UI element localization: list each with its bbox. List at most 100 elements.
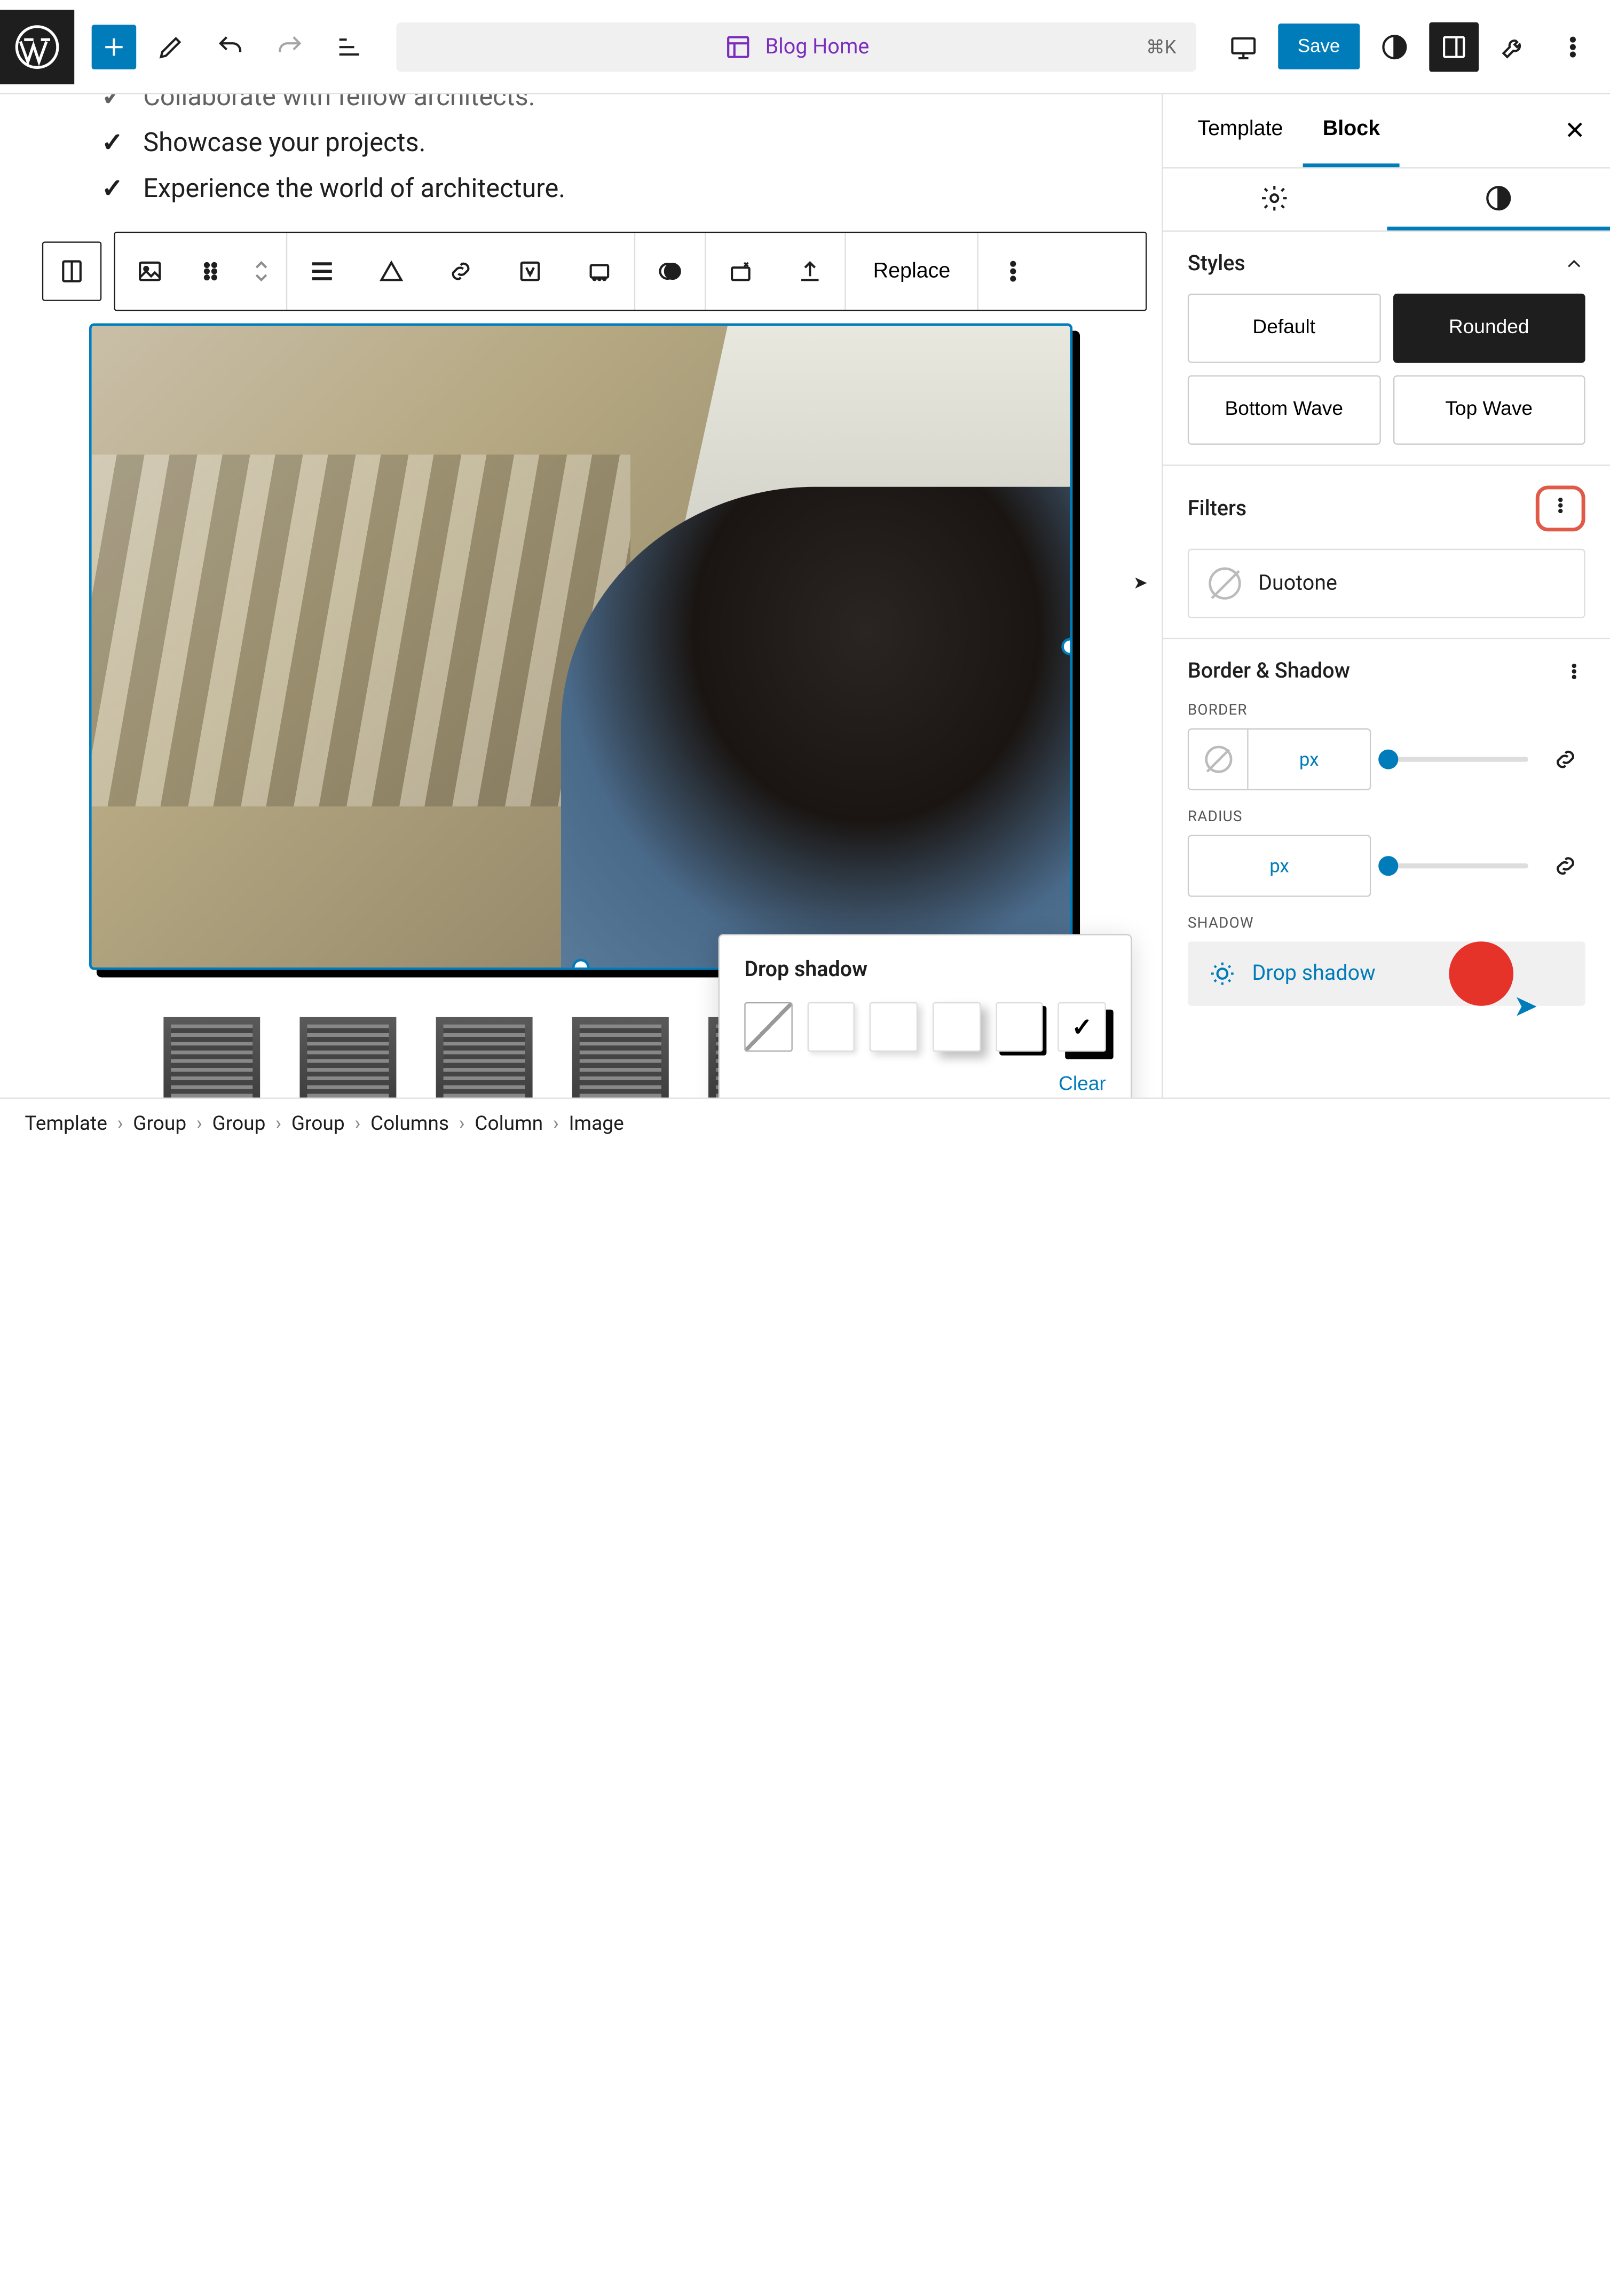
check-icon: ✓: [101, 94, 123, 113]
filters-more-highlighted[interactable]: [1536, 485, 1585, 531]
replace-button[interactable]: Replace: [846, 233, 978, 310]
duotone-swatch-icon: [1209, 568, 1241, 600]
border-color-swatch[interactable]: [1204, 746, 1232, 773]
gear-icon: [1260, 183, 1290, 213]
list-item[interactable]: ✓Showcase your projects.: [101, 120, 1122, 166]
crumb[interactable]: Group: [133, 1111, 186, 1135]
check-icon: ✓: [101, 128, 123, 159]
sun-icon: [1208, 959, 1237, 989]
list-item[interactable]: ✓Collaborate with fellow architects.: [101, 94, 1122, 120]
style-default[interactable]: Default: [1188, 294, 1380, 363]
crumb[interactable]: Template: [25, 1111, 107, 1135]
subtab-styles[interactable]: [1386, 169, 1610, 231]
duotone-control[interactable]: Duotone: [1188, 549, 1585, 618]
border-width-input[interactable]: px: [1188, 728, 1371, 790]
align-button[interactable]: [287, 233, 357, 310]
radius-label: RADIUS: [1188, 808, 1585, 825]
window-thumb: [436, 1017, 533, 1098]
undo-button[interactable]: [206, 22, 255, 72]
insert-before-button[interactable]: [706, 233, 775, 310]
crop-icon: [585, 256, 614, 286]
caption-button[interactable]: [495, 233, 565, 310]
radius-input[interactable]: px: [1188, 835, 1371, 897]
shadow-label: SHADOW: [1188, 914, 1585, 931]
more-vertical-icon[interactable]: [1563, 661, 1585, 683]
insert-icon: [726, 256, 756, 286]
desktop-icon: [1228, 32, 1258, 61]
crumb[interactable]: Group: [212, 1111, 265, 1135]
sidebar-icon: [1439, 32, 1469, 61]
crop-button[interactable]: [565, 233, 634, 310]
upload-icon: [795, 256, 825, 286]
shadow-swatch-3[interactable]: [933, 1002, 981, 1052]
crumb[interactable]: Column: [475, 1111, 543, 1135]
save-button[interactable]: Save: [1278, 23, 1360, 69]
duotone-button[interactable]: [635, 233, 705, 310]
document-overview-button[interactable]: [325, 22, 374, 72]
radius-slider[interactable]: [1388, 863, 1528, 868]
undo-icon: [216, 32, 246, 61]
tab-block[interactable]: Block: [1303, 94, 1400, 167]
shadow-swatch-2[interactable]: [870, 1002, 918, 1052]
editor-canvas[interactable]: ✓Collaborate with fellow architects. ✓Sh…: [0, 94, 1162, 1097]
tools-button[interactable]: [1489, 22, 1538, 72]
block-more-button[interactable]: [979, 233, 1048, 310]
crumb[interactable]: Group: [291, 1111, 345, 1135]
add-block-button[interactable]: [92, 24, 137, 69]
border-shadow-heading: Border & Shadow: [1188, 659, 1350, 683]
shadow-swatch-5-selected[interactable]: [1058, 1002, 1106, 1052]
border-width-slider[interactable]: [1388, 757, 1528, 762]
filters-heading: Filters: [1188, 496, 1246, 521]
window-thumb: [163, 1017, 260, 1098]
style-rounded[interactable]: Rounded: [1393, 294, 1585, 363]
image-icon: [135, 256, 165, 286]
more-vertical-icon: [1549, 494, 1572, 517]
mouse-cursor: ➤: [1133, 573, 1148, 593]
edit-tool-button[interactable]: [146, 22, 196, 72]
selected-image-block[interactable]: [89, 324, 1072, 970]
clear-shadow-button[interactable]: Clear: [1059, 1074, 1106, 1096]
global-styles-toggle[interactable]: [1370, 22, 1419, 72]
upload-button[interactable]: [775, 233, 845, 310]
style-bottom-wave[interactable]: Bottom Wave: [1188, 375, 1380, 445]
link-button[interactable]: [426, 233, 495, 310]
triangle-icon: [376, 256, 406, 286]
contrast-icon: [1379, 32, 1409, 61]
redo-button[interactable]: [265, 22, 314, 72]
move-up-down[interactable]: [236, 233, 286, 310]
close-sidebar-button[interactable]: ✕: [1554, 105, 1595, 156]
annotation-marker: [1449, 941, 1513, 1006]
view-button[interactable]: [1218, 22, 1268, 72]
settings-sidebar-toggle[interactable]: [1429, 22, 1479, 72]
crumb[interactable]: Image: [569, 1111, 624, 1135]
column-icon: [57, 256, 87, 286]
window-thumb: [299, 1017, 396, 1098]
unlink-sides-button[interactable]: [1545, 846, 1585, 886]
subtab-settings[interactable]: [1163, 169, 1386, 231]
shadow-swatch-1[interactable]: [807, 1002, 855, 1052]
block-toolbar: Replace: [114, 232, 1147, 311]
wordpress-logo[interactable]: [0, 9, 74, 83]
tab-template[interactable]: Template: [1178, 94, 1303, 167]
drag-handle[interactable]: [185, 233, 236, 310]
link-sides-button[interactable]: [1545, 740, 1585, 779]
text-align-button[interactable]: [357, 233, 426, 310]
caption-icon: [515, 256, 545, 286]
styles-heading: Styles: [1188, 251, 1245, 276]
document-title-bar[interactable]: Blog Home ⌘K: [396, 22, 1196, 72]
block-type-button[interactable]: [115, 233, 185, 310]
parent-block-button[interactable]: [42, 241, 101, 301]
style-top-wave[interactable]: Top Wave: [1393, 375, 1585, 445]
options-button[interactable]: [1548, 22, 1598, 72]
link-icon: [1551, 744, 1581, 774]
link-icon: [446, 256, 476, 286]
drop-shadow-button[interactable]: Drop shadow ➤: [1188, 941, 1585, 1006]
shadow-swatch-none[interactable]: [744, 1002, 792, 1052]
list-item[interactable]: ✓Experience the world of architecture.: [101, 166, 1122, 212]
list-view-icon: [334, 32, 364, 61]
crumb[interactable]: Columns: [370, 1111, 449, 1135]
shadow-swatch-4[interactable]: [996, 1002, 1044, 1052]
chevron-up-icon[interactable]: [1563, 253, 1585, 275]
wordpress-icon: [15, 24, 60, 69]
drag-icon: [196, 256, 226, 286]
